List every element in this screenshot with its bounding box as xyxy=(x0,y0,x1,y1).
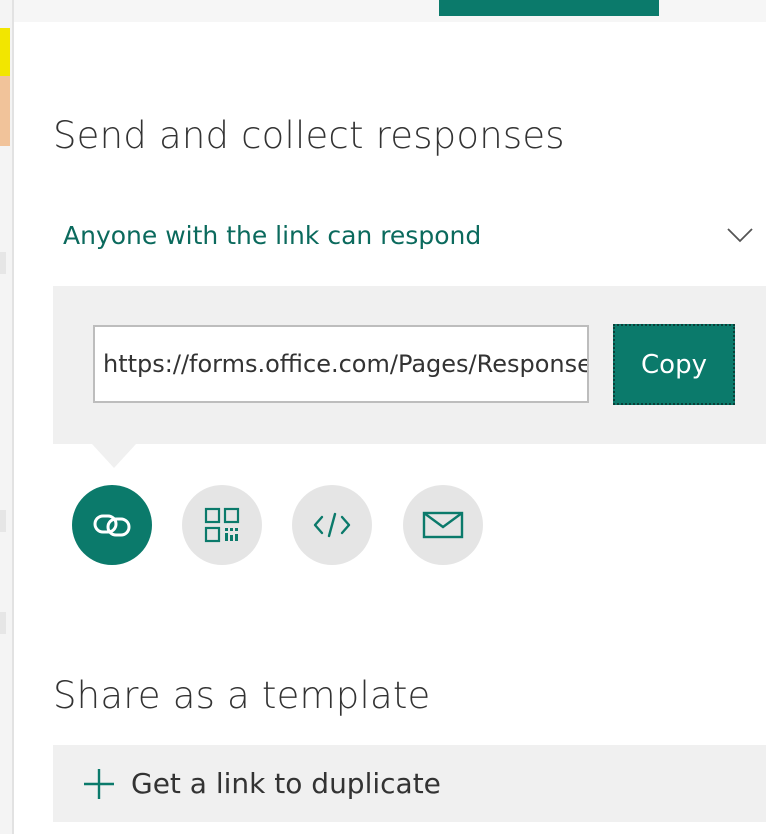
copy-button[interactable]: Copy xyxy=(613,324,735,405)
share-template-title: Share as a template xyxy=(53,674,431,717)
qr-code-icon xyxy=(204,507,240,543)
left-window-edge xyxy=(0,0,14,834)
edge-divider xyxy=(12,0,14,834)
chevron-down-icon xyxy=(727,228,753,243)
send-responses-title: Send and collect responses xyxy=(53,114,565,157)
embed-code-icon xyxy=(313,512,351,538)
share-qr-button[interactable] xyxy=(182,485,262,565)
permission-dropdown[interactable]: Anyone with the link can respond xyxy=(53,209,765,261)
share-email-button[interactable] xyxy=(403,485,483,565)
share-link-button[interactable] xyxy=(72,485,152,565)
link-icon xyxy=(93,514,131,537)
edge-marker xyxy=(0,510,6,532)
edge-marker xyxy=(0,612,6,634)
plus-icon xyxy=(84,768,114,799)
get-duplicate-link-label: Get a link to duplicate xyxy=(131,767,441,800)
mail-icon xyxy=(422,511,464,539)
edge-marker xyxy=(0,252,6,274)
edge-accent-orange xyxy=(0,76,10,146)
get-duplicate-link-button[interactable]: Get a link to duplicate xyxy=(53,745,766,822)
permission-label: Anyone with the link can respond xyxy=(63,220,482,250)
link-url-field[interactable]: https://forms.office.com/Pages/ResponseP… xyxy=(93,325,589,403)
link-panel: https://forms.office.com/Pages/ResponseP… xyxy=(53,286,766,444)
edge-accent-yellow xyxy=(0,28,10,76)
active-tab-indicator xyxy=(439,0,659,16)
panel-pointer xyxy=(92,444,136,468)
share-embed-button[interactable] xyxy=(292,485,372,565)
